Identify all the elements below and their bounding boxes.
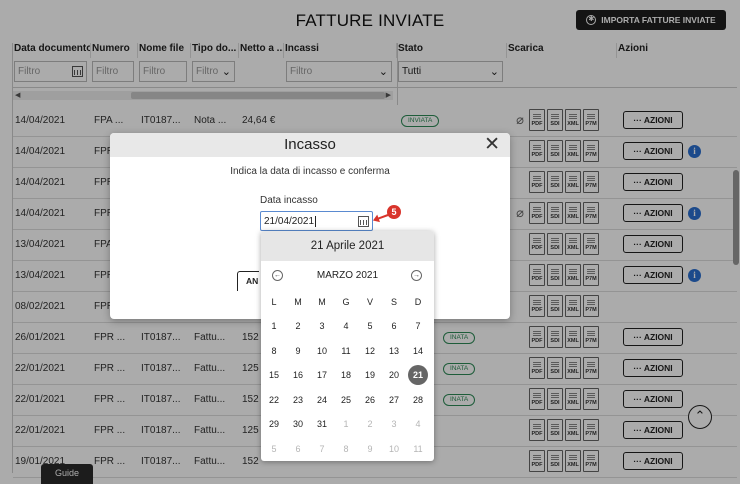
calendar-day[interactable]: 7 [312, 439, 332, 459]
calendar-day[interactable]: 19 [360, 365, 380, 385]
dialog-title: Incasso [110, 133, 510, 157]
calendar-day[interactable]: 30 [288, 414, 308, 434]
weekday-label: M [318, 297, 326, 307]
calendar-day[interactable]: 6 [384, 316, 404, 336]
incasso-date-value: 21/04/2021 [264, 216, 315, 228]
calendar-day[interactable]: 25 [336, 390, 356, 410]
calendar-day[interactable]: 7 [408, 316, 428, 336]
app-window: FATTURE INVIATE ✱ IMPORTA FATTURE INVIAT… [0, 0, 740, 484]
weekday-label: V [366, 297, 373, 307]
calendar-day[interactable]: 2 [360, 414, 380, 434]
calendar-day[interactable]: 23 [288, 390, 308, 410]
calendar-day[interactable]: 26 [360, 390, 380, 410]
calendar-day[interactable]: 4 [408, 414, 428, 434]
calendar-day[interactable]: 29 [264, 414, 284, 434]
calendar-day[interactable]: 11 [408, 439, 428, 459]
selected-day[interactable]: 21 [408, 365, 428, 385]
arrow-right-icon[interactable]: → [411, 270, 422, 281]
picker-navigation: ← MARZO 2021 → [261, 269, 434, 285]
calendar-day[interactable]: 15 [264, 365, 284, 385]
text-cursor [315, 216, 317, 227]
calendar-day[interactable]: 28 [408, 390, 428, 410]
calendar-day[interactable]: 10 [384, 439, 404, 459]
dialog-description: Indica la data di incasso e conferma [230, 166, 390, 177]
calendar-day[interactable]: 27 [384, 390, 404, 410]
picker-selected-date: 21 Aprile 2021 [261, 231, 434, 261]
calendar-day[interactable]: 3 [384, 414, 404, 434]
calendar-day[interactable]: 2 [288, 316, 308, 336]
calendar-day[interactable]: 8 [264, 341, 284, 361]
calendar-day[interactable]: 22 [264, 390, 284, 410]
calendar-day[interactable]: 1 [264, 316, 284, 336]
calendar-day[interactable]: 13 [384, 341, 404, 361]
weekday-label: G [342, 297, 350, 307]
calendar-day[interactable]: 24 [312, 390, 332, 410]
picker-month-label[interactable]: MARZO 2021 [261, 270, 434, 281]
calendar-day[interactable]: 5 [264, 439, 284, 459]
cancel-button[interactable]: AN [237, 271, 259, 291]
calendar-day[interactable]: 6 [288, 439, 308, 459]
weekday-label: L [271, 297, 277, 307]
calendar-day[interactable]: 16 [288, 365, 308, 385]
calendar-day[interactable]: 11 [336, 341, 356, 361]
calendar-day[interactable]: 9 [360, 439, 380, 459]
weekday-label: S [390, 297, 397, 307]
calendar-day[interactable]: 5 [360, 316, 380, 336]
calendar-day[interactable]: 8 [336, 439, 356, 459]
step-badge: 5 [387, 205, 401, 219]
weekday-label: M [294, 297, 302, 307]
calendar-day[interactable]: 31 [312, 414, 332, 434]
calendar-icon[interactable] [358, 216, 369, 227]
calendar-day[interactable]: 3 [312, 316, 332, 336]
calendar-day[interactable]: 17 [312, 365, 332, 385]
date-picker: 21 Aprile 2021 ← MARZO 2021 → LMMGVSD 12… [261, 231, 434, 461]
calendar-day[interactable]: 20 [384, 365, 404, 385]
calendar-day[interactable]: 14 [408, 341, 428, 361]
incasso-date-input[interactable]: 21/04/2021 [260, 211, 373, 231]
calendar-day[interactable]: 18 [336, 365, 356, 385]
calendar-day[interactable]: 10 [312, 341, 332, 361]
close-icon[interactable]: ✕ [484, 135, 500, 155]
calendar-day[interactable]: 9 [288, 341, 308, 361]
date-field-label: Data incasso [260, 195, 318, 206]
calendar-day[interactable]: 1 [336, 414, 356, 434]
calendar-day[interactable]: 4 [336, 316, 356, 336]
weekday-label: D [414, 297, 422, 307]
calendar-day[interactable]: 12 [360, 341, 380, 361]
